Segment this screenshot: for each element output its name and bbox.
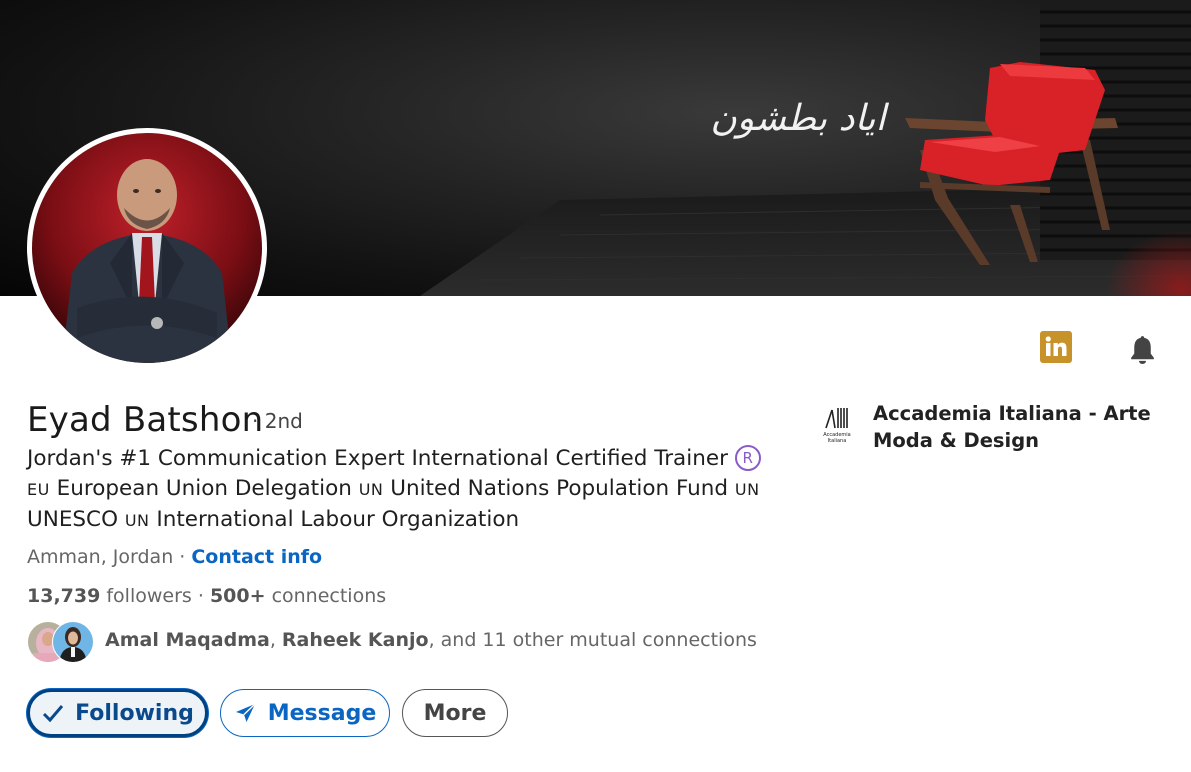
un-flag-label: UN [358,480,384,499]
un-flag-label: UN [734,480,760,499]
location-separator: · [173,546,192,568]
message-label: Message [267,700,377,726]
profile-headline: Jordan's #1 Communication Expert Interna… [27,444,787,536]
headline-text-2a: European Union Delegation [49,476,359,501]
more-label: More [423,700,487,726]
message-button[interactable]: Message [220,689,390,737]
more-button[interactable]: More [402,689,508,737]
mutual-avatars [28,621,94,663]
contact-info-link[interactable]: Contact info [191,546,322,568]
send-icon [235,703,256,722]
stats-separator: · [197,585,210,607]
company-logo: Accademia Italiana [818,404,856,444]
mutual-connections[interactable]: Amal Maqadma, Raheek Kanjo, and 11 other… [27,621,757,663]
headline-text-1: Jordan's #1 Communication Expert Interna… [27,446,728,471]
connections-count[interactable]: 500+ [210,585,266,607]
mutual-rest: , and 11 other mutual connections [428,629,757,651]
linkedin-icon[interactable] [1040,331,1072,363]
headline-line-3: UNESCO UN International Labour Organizat… [27,505,787,536]
eu-flag-label: EU [27,480,50,499]
headline-text-2b: United Nations Population Fund [383,476,735,501]
headline-text-3a: UNESCO [27,507,125,532]
headline-text-3b: International Labour Organization [149,507,520,532]
profile-name: Eyad Batshon [27,400,264,440]
network-stats: 13,739 followers · 500+ connections [27,585,386,607]
headline-line-1: Jordan's #1 Communication Expert Interna… [27,444,787,474]
registered-icon: R [734,445,761,471]
following-button[interactable]: Following [27,689,208,737]
un-flag-label: UN [124,511,150,530]
svg-text:اياد بطشون: اياد بطشون [710,98,889,139]
mutual-name-1: Amal Maqadma [105,629,270,651]
profile-photo[interactable] [27,128,267,368]
check-icon [43,705,64,723]
connections-label[interactable]: connections [266,585,387,607]
connection-degree: · 2nd [252,409,303,433]
avatar [32,133,262,363]
mutual-sep: , [269,629,282,651]
followers-count: 13,739 [27,585,101,607]
mutual-name-2: Raheek Kanjo [281,629,429,651]
followers-label: followers [100,585,198,607]
svg-text:Italiana: Italiana [828,438,847,444]
mutual-connections-text[interactable]: Amal Maqadma, Raheek Kanjo, and 11 other… [105,629,757,651]
location-text: Amman, Jordan [27,546,174,568]
bell-icon[interactable] [1126,333,1159,366]
headline-line-2: EU European Union Delegation UN United N… [27,474,787,505]
location-row: Amman, Jordan · Contact info [27,546,322,568]
current-company[interactable]: Accademia Italiana Accademia Italiana - … [818,400,1158,460]
following-label: Following [75,700,194,726]
company-name[interactable]: Accademia Italiana - Arte Moda & Design [873,400,1163,454]
